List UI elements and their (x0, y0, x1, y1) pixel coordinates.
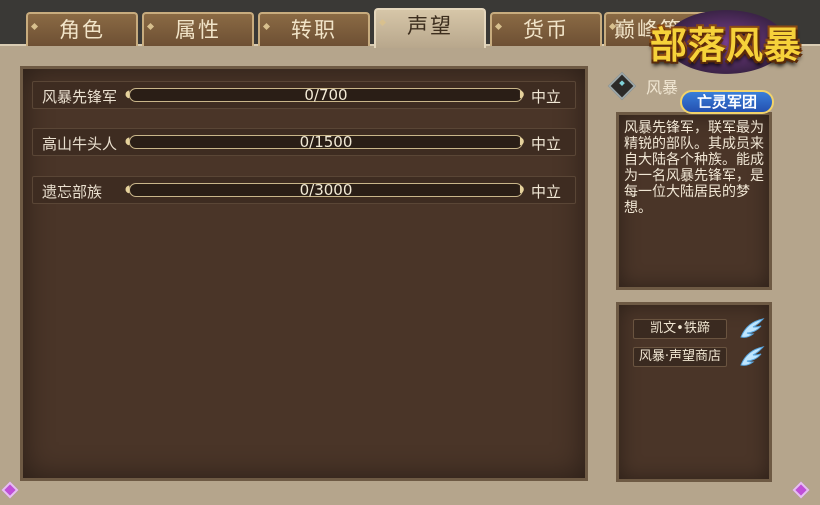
wing-teleport-icon[interactable] (739, 345, 765, 367)
tab-attributes[interactable]: 属性 (142, 12, 254, 46)
logo-subtitle: 亡灵军团 (680, 90, 774, 114)
reputation-status: 中立 (531, 88, 562, 106)
bar-cap-right-icon: ◗ (519, 89, 525, 100)
reputation-progress-bar: ◖ 0/700 ◗ (125, 86, 524, 104)
reputation-description: 风暴先锋军，联军最为精锐的部队。其成员来自大陆各个种族。能成为一名风暴先锋军，是… (616, 112, 772, 290)
reputation-name: 高山牛头人 (42, 135, 118, 153)
tab-ornament (494, 22, 503, 31)
bar-cap-right-icon: ◗ (519, 136, 525, 147)
reputation-value: 0/1500 (299, 133, 353, 151)
reputation-name: 风暴先锋军 (42, 88, 118, 106)
reputation-row[interactable]: 高山牛头人 ◖ 0/1500 ◗ 中立 (32, 128, 576, 156)
wing-teleport-icon[interactable] (739, 317, 765, 339)
tab-label: 角色 (59, 18, 105, 42)
reputation-value: 0/3000 (299, 181, 353, 199)
tab-ornament (262, 22, 271, 31)
reputation-status: 中立 (531, 183, 562, 201)
reputation-row[interactable]: 遗忘部族 ◖ 0/3000 ◗ 中立 (32, 176, 576, 204)
tab-label: 货币 (523, 18, 569, 42)
game-logo: 部落风暴 亡灵军团 (636, 8, 816, 120)
reputation-row[interactable]: 风暴先锋军 ◖ 0/700 ◗ 中立 (32, 81, 576, 109)
reputation-progress-bar: ◖ 0/3000 ◗ (125, 181, 524, 199)
tab-label: 声望 (407, 14, 453, 38)
reputation-status: 中立 (531, 135, 562, 153)
reputation-progress-bar: ◖ 0/1500 ◗ (125, 133, 524, 151)
tab-ornament (146, 22, 155, 31)
tab-ornament (30, 22, 39, 31)
tab-reputation[interactable]: 声望 (374, 8, 486, 48)
npc-links-panel: 凯文•铁蹄 风暴·声望商店 (616, 302, 772, 482)
tab-label: 转职 (291, 18, 337, 42)
tab-currency[interactable]: 货币 (490, 12, 602, 46)
npc-link-kevin[interactable]: 凯文•铁蹄 (633, 319, 727, 339)
npc-link-reputation-shop[interactable]: 风暴·声望商店 (633, 347, 727, 367)
logo-title: 部落风暴 (650, 24, 802, 67)
reputation-value: 0/700 (304, 86, 348, 104)
bar-cap-right-icon: ◗ (519, 184, 525, 195)
reputation-list-panel: 风暴先锋军 ◖ 0/700 ◗ 中立 高山牛头人 ◖ 0/1500 ◗ 中立 遗… (20, 66, 588, 481)
reputation-name: 遗忘部族 (42, 183, 103, 201)
tab-role[interactable]: 角色 (26, 12, 138, 46)
tab-job-change[interactable]: 转职 (258, 12, 370, 46)
tab-ornament (378, 18, 387, 27)
tab-label: 属性 (175, 18, 221, 42)
